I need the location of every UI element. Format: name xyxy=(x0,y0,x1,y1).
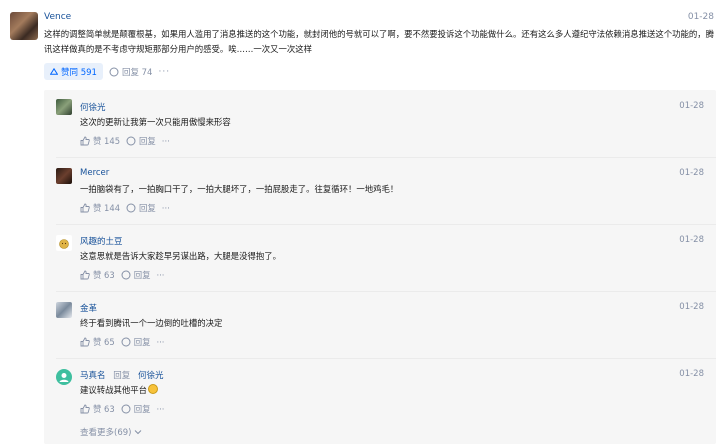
reply-author: 金革 xyxy=(80,302,97,314)
reply-author-name[interactable]: Mercer xyxy=(80,168,109,178)
see-more-label: 查看更多(69) xyxy=(80,428,132,438)
reply-button[interactable]: 回复 xyxy=(121,403,151,415)
reply-date: 01-28 xyxy=(679,101,704,111)
reply-text: 建议转战其他平台 xyxy=(80,385,147,395)
reply-author: 风趣的土豆 xyxy=(80,235,123,247)
author-name[interactable]: Vence xyxy=(44,12,71,22)
comment-date: 01-28 xyxy=(687,12,714,22)
smile-emoji-icon xyxy=(148,384,158,394)
reply-author-name[interactable]: 金革 xyxy=(80,304,97,314)
reply-date: 01-28 xyxy=(679,235,704,245)
more-button[interactable]: ··· xyxy=(156,270,164,280)
avatar[interactable] xyxy=(10,12,38,40)
replies-panel: 何徐光 01-28 这次的更新让我第一次只能用傲慢来形容 赞 145 回复 ··… xyxy=(44,90,716,444)
reply-button[interactable]: 回复 74 xyxy=(109,66,153,78)
reply-date: 01-28 xyxy=(679,302,704,312)
reply-author: 马真名 回复 何徐光 xyxy=(80,369,163,381)
reply-actions: 赞 63 回复 ··· xyxy=(80,269,164,281)
reply-text: 终于看到腾讯一个一边倒的吐槽的决定 xyxy=(80,318,223,328)
reply-author-name[interactable]: 马真名 xyxy=(80,371,106,381)
like-button[interactable]: 赞 145 xyxy=(80,135,120,147)
more-button[interactable]: ··· xyxy=(156,337,164,347)
reply-button[interactable]: 回复 xyxy=(126,135,156,147)
like-label: 赞 65 xyxy=(93,337,115,347)
reply-date: 01-28 xyxy=(679,168,704,178)
reply-actions: 赞 63 回复 ··· xyxy=(80,403,164,415)
like-label: 赞 144 xyxy=(93,203,121,213)
reply-actions: 赞 65 回复 ··· xyxy=(80,336,164,348)
divider xyxy=(56,224,716,225)
reply-button[interactable]: 回复 xyxy=(126,202,156,214)
comment-bubble-icon xyxy=(126,136,136,146)
divider xyxy=(56,291,716,292)
reply-text-line: 建议转战其他平台 xyxy=(80,384,158,396)
reply-to-name[interactable]: 何徐光 xyxy=(138,371,164,381)
reply-word: 回复 xyxy=(113,371,131,381)
more-button[interactable]: ··· xyxy=(162,136,170,146)
reply-label: 回复 xyxy=(133,270,151,280)
avatar[interactable] xyxy=(56,168,72,184)
triangle-up-icon xyxy=(50,68,58,75)
more-button[interactable]: ··· xyxy=(156,404,164,414)
reply-text: 一拍脑袋有了，一拍胸口干了，一拍大腿坏了，一拍屁股走了。往复循环！一地鸡毛！ xyxy=(80,184,399,194)
chevron-down-icon xyxy=(135,430,142,435)
reply-date: 01-28 xyxy=(679,369,704,379)
thumbs-up-icon xyxy=(80,337,90,347)
reply-text: 这意思就是告诉大家趁早另谋出路，大腿是没得抱了。 xyxy=(80,251,281,261)
divider xyxy=(56,157,716,158)
thumbs-up-icon xyxy=(80,404,90,414)
more-button[interactable]: ··· xyxy=(162,203,170,213)
reply-label: 回复 xyxy=(139,203,156,213)
reply-label: 回复 xyxy=(133,337,151,347)
reply-author: Mercer xyxy=(80,168,109,178)
like-button[interactable]: 赞 63 xyxy=(80,269,115,281)
comment-bubble-icon xyxy=(121,337,131,347)
see-more-link[interactable]: 查看更多(69) xyxy=(80,426,142,438)
comment-bubble-icon xyxy=(109,67,119,76)
reply-author-name[interactable]: 何徐光 xyxy=(80,103,106,113)
comment-bubble-icon xyxy=(121,404,131,414)
like-label: 赞 145 xyxy=(93,136,121,146)
comment-bubble-icon xyxy=(121,270,131,280)
reply-button[interactable]: 回复 xyxy=(121,336,151,348)
avatar[interactable] xyxy=(56,302,72,318)
like-button[interactable]: 赞 144 xyxy=(80,202,120,214)
thumbs-up-icon xyxy=(80,203,90,213)
reply-actions: 赞 144 回复 ··· xyxy=(80,202,170,214)
reply-author: 何徐光 xyxy=(80,101,106,113)
like-label: 赞 63 xyxy=(93,270,115,280)
thumbs-up-icon xyxy=(80,136,90,146)
comment-actions: 赞同 591 回复 74 ··· xyxy=(44,63,170,80)
comment-text: 这样的调整简单就是颠覆根基，如果用人滥用了消息推送的这个功能，就封闭他的号就可以… xyxy=(44,29,714,54)
like-label: 赞 63 xyxy=(93,404,115,414)
reply-text: 这次的更新让我第一次只能用傲慢来形容 xyxy=(80,117,231,127)
like-button[interactable]: 赞 63 xyxy=(80,403,115,415)
reply-label: 回复 xyxy=(139,136,156,146)
reply-button[interactable]: 回复 xyxy=(121,269,151,281)
divider xyxy=(56,358,716,359)
avatar[interactable] xyxy=(56,369,72,385)
reply-actions: 赞 145 回复 ··· xyxy=(80,135,170,147)
thumbs-up-icon xyxy=(80,270,90,280)
potato-icon xyxy=(59,239,69,249)
reply-label: 回复 xyxy=(133,404,151,414)
reply-label: 回复 74 xyxy=(121,67,153,78)
upvote-label: 赞同 591 xyxy=(61,67,97,78)
comment-bubble-icon xyxy=(126,203,136,213)
avatar[interactable] xyxy=(56,235,72,251)
more-button[interactable]: ··· xyxy=(158,67,170,77)
user-icon xyxy=(59,373,69,382)
upvote-button[interactable]: 赞同 591 xyxy=(44,63,103,80)
reply-author-name[interactable]: 风趣的土豆 xyxy=(80,237,123,247)
avatar[interactable] xyxy=(56,99,72,115)
like-button[interactable]: 赞 65 xyxy=(80,336,115,348)
